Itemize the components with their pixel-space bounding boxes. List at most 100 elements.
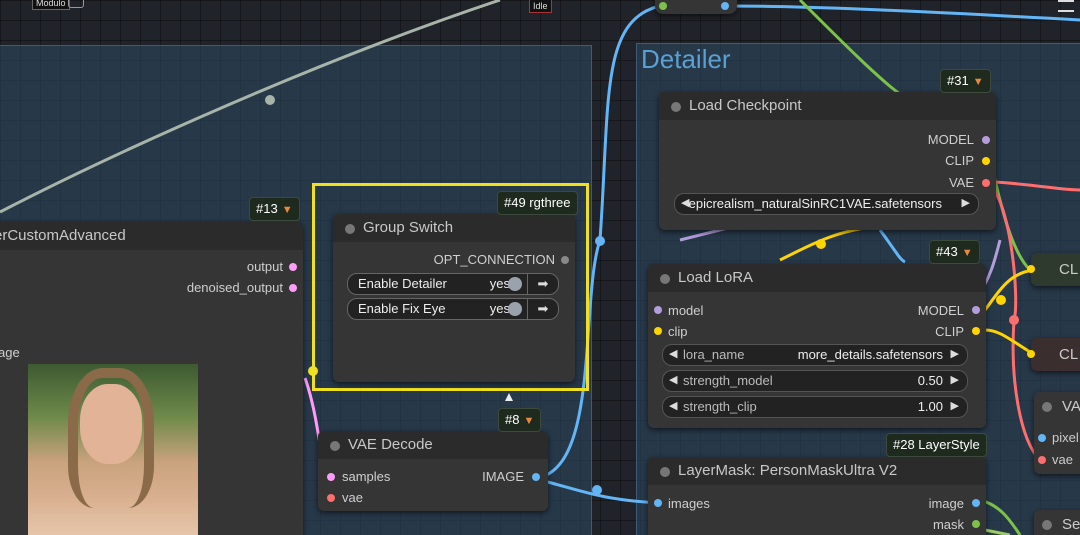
right-partial-se-title: Se — [1062, 516, 1080, 533]
load-lora-badge: #43 ▼ — [929, 240, 980, 264]
top-reroute-node[interactable] — [655, 0, 737, 14]
node-status-dot — [1042, 520, 1052, 530]
lora-model-in-pin[interactable] — [654, 306, 662, 314]
right-partial-node-se[interactable]: Se — [1034, 510, 1080, 535]
layermask-input-images: images — [668, 496, 710, 511]
toggle-knob[interactable] — [508, 277, 522, 291]
load-checkpoint-badge: #31 ▼ — [940, 69, 991, 93]
preview-image — [28, 364, 198, 535]
lora-output-model: MODEL — [917, 303, 964, 318]
vae-decode-samples-pin[interactable] — [327, 473, 335, 481]
goto-arrow-icon[interactable]: ➡ — [527, 299, 558, 319]
layermask-image-pin[interactable] — [972, 499, 980, 507]
clip-text-encode-node-1[interactable]: CL — [1027, 253, 1080, 286]
vae-decode-node[interactable]: VAE Decode samples vae IMAGE — [318, 431, 548, 511]
increment-arrow-icon[interactable]: ▶ — [951, 399, 959, 412]
node-graph-canvas[interactable]: Modulo Idle erCustomAdvanced Detailer — [0, 0, 1080, 535]
layermask-node[interactable]: LayerMask: PersonMaskUltra V2 images ima… — [648, 457, 986, 535]
clip-encode-in-pin[interactable] — [1027, 265, 1035, 273]
lora-output-clip: CLIP — [935, 324, 964, 339]
layermask-mask-pin[interactable] — [972, 520, 980, 528]
node-status-dot — [660, 467, 670, 477]
vae-decode-input-vae: vae — [342, 490, 363, 505]
sampler-output-output: output — [246, 259, 283, 274]
combo-left-arrow-icon[interactable]: ◀ — [669, 347, 677, 360]
load-lora-title: Load LoRA — [678, 269, 754, 286]
load-lora-node[interactable]: Load LoRA model clip MODEL CLIP ◀ lora_n… — [648, 264, 986, 428]
ckpt-vae-pin[interactable] — [982, 179, 990, 187]
toggle-knob[interactable] — [508, 302, 522, 316]
group-switch-output-label: OPT_CONNECTION — [433, 252, 555, 267]
sampler-node-title: erCustomAdvanced — [0, 227, 126, 244]
vae-encode-input-pixel: pixel — [1052, 430, 1079, 445]
toggle-enable-detailer-value: yes — [489, 276, 510, 291]
layermask-output-mask: mask — [932, 517, 964, 532]
lora-clip-in-pin[interactable] — [654, 327, 662, 335]
strength-model-label: strength_model — [683, 373, 773, 388]
clip-text-encode-node-2[interactable]: CL — [1027, 338, 1080, 371]
lora-name-value: more_details.safetensors — [797, 347, 943, 362]
sampler-denoised-pin[interactable] — [289, 284, 297, 292]
toggle-enable-detailer[interactable]: Enable Detailer yes ➡ — [347, 273, 559, 295]
group-switch-output-pin[interactable] — [561, 256, 569, 264]
reroute-out-pin[interactable] — [721, 2, 729, 10]
combo-right-arrow-icon[interactable]: ▶ — [962, 196, 970, 209]
portrait-hair — [68, 368, 154, 508]
vae-encode-pixel-pin[interactable] — [1038, 434, 1046, 442]
node-status-dot — [660, 274, 670, 284]
sampler-node[interactable]: erCustomAdvanced output denoised_output … — [0, 222, 303, 535]
vae-decode-output-image: IMAGE — [482, 469, 524, 484]
layermask-output-image: image — [928, 496, 964, 511]
combo-right-arrow-icon[interactable]: ▶ — [951, 347, 959, 360]
decrement-arrow-icon[interactable]: ◀ — [669, 399, 677, 412]
toggle-enable-fix-eye[interactable]: Enable Fix Eye yes ➡ — [347, 298, 559, 320]
reroute-in-pin[interactable] — [659, 2, 667, 10]
lora-clip-out-pin[interactable] — [972, 327, 980, 335]
clip-encode-1-title: CL — [1059, 261, 1079, 278]
group-switch-node[interactable]: Group Switch OPT_CONNECTION Enable Detai… — [333, 214, 575, 382]
increment-arrow-icon[interactable]: ▶ — [951, 373, 959, 386]
sampler-input-image-partial: age — [0, 345, 20, 360]
fox-icon: ▼ — [281, 204, 293, 216]
sampler-output-pin[interactable] — [289, 263, 297, 271]
vae-decode-badge: #8 ▼ — [498, 408, 542, 432]
fox-icon: ▼ — [961, 247, 973, 259]
group-switch-header[interactable]: Group Switch — [333, 214, 575, 242]
lora-input-model: model — [668, 303, 704, 318]
fox-icon: ▼ — [523, 415, 535, 427]
lora-input-clip: clip — [668, 324, 688, 339]
vae-decode-vae-pin[interactable] — [327, 494, 335, 502]
layermask-badge: #28 LayerStyle — [886, 433, 987, 457]
vae-encode-node[interactable]: VA pixel vae — [1034, 392, 1080, 474]
load-checkpoint-node[interactable]: Load Checkpoint MODEL CLIP VAE ◀ epicrea… — [659, 92, 996, 230]
layermask-images-pin[interactable] — [654, 499, 662, 507]
ckpt-clip-pin[interactable] — [982, 157, 990, 165]
load-checkpoint-header[interactable]: Load Checkpoint — [659, 92, 996, 120]
goto-arrow-icon[interactable]: ➡ — [527, 274, 558, 294]
ckpt-name-combo[interactable]: ◀ epicrealism_naturalSinRC1VAE.safetenso… — [674, 193, 979, 215]
sampler-badge: #13 ▼ — [249, 197, 300, 221]
clip-encode-2-title: CL — [1059, 346, 1079, 363]
layermask-header[interactable]: LayerMask: PersonMaskUltra V2 — [648, 457, 986, 485]
load-lora-header[interactable]: Load LoRA — [648, 264, 986, 292]
toggle-enable-fix-eye-label: Enable Fix Eye — [358, 301, 446, 316]
lora-model-out-pin[interactable] — [972, 306, 980, 314]
ckpt-output-clip: CLIP — [945, 153, 974, 168]
decrement-arrow-icon[interactable]: ◀ — [669, 373, 677, 386]
toggle-enable-detailer-label: Enable Detailer — [358, 276, 447, 291]
vae-decode-header[interactable]: VAE Decode — [318, 431, 548, 459]
clip-encode-in-pin[interactable] — [1027, 350, 1035, 358]
sampler-node-header[interactable]: erCustomAdvanced — [0, 222, 303, 250]
vae-decode-input-samples: samples — [342, 469, 391, 484]
strength-clip-stepper[interactable]: ◀ strength_clip 1.00 ▶ — [662, 396, 968, 418]
node-status-dot — [345, 224, 355, 234]
ckpt-model-pin[interactable] — [982, 136, 990, 144]
ckpt-output-model: MODEL — [927, 132, 974, 147]
ckpt-name-value: epicrealism_naturalSinRC1VAE.safetensors — [688, 196, 942, 211]
vae-encode-vae-pin[interactable] — [1038, 456, 1046, 464]
node-status-dot — [671, 102, 681, 112]
strength-model-stepper[interactable]: ◀ strength_model 0.50 ▶ — [662, 370, 968, 392]
ckpt-output-vae: VAE — [948, 175, 974, 190]
vae-decode-image-pin[interactable] — [532, 473, 540, 481]
lora-name-combo[interactable]: ◀ lora_name more_details.safetensors ▶ — [662, 344, 968, 366]
